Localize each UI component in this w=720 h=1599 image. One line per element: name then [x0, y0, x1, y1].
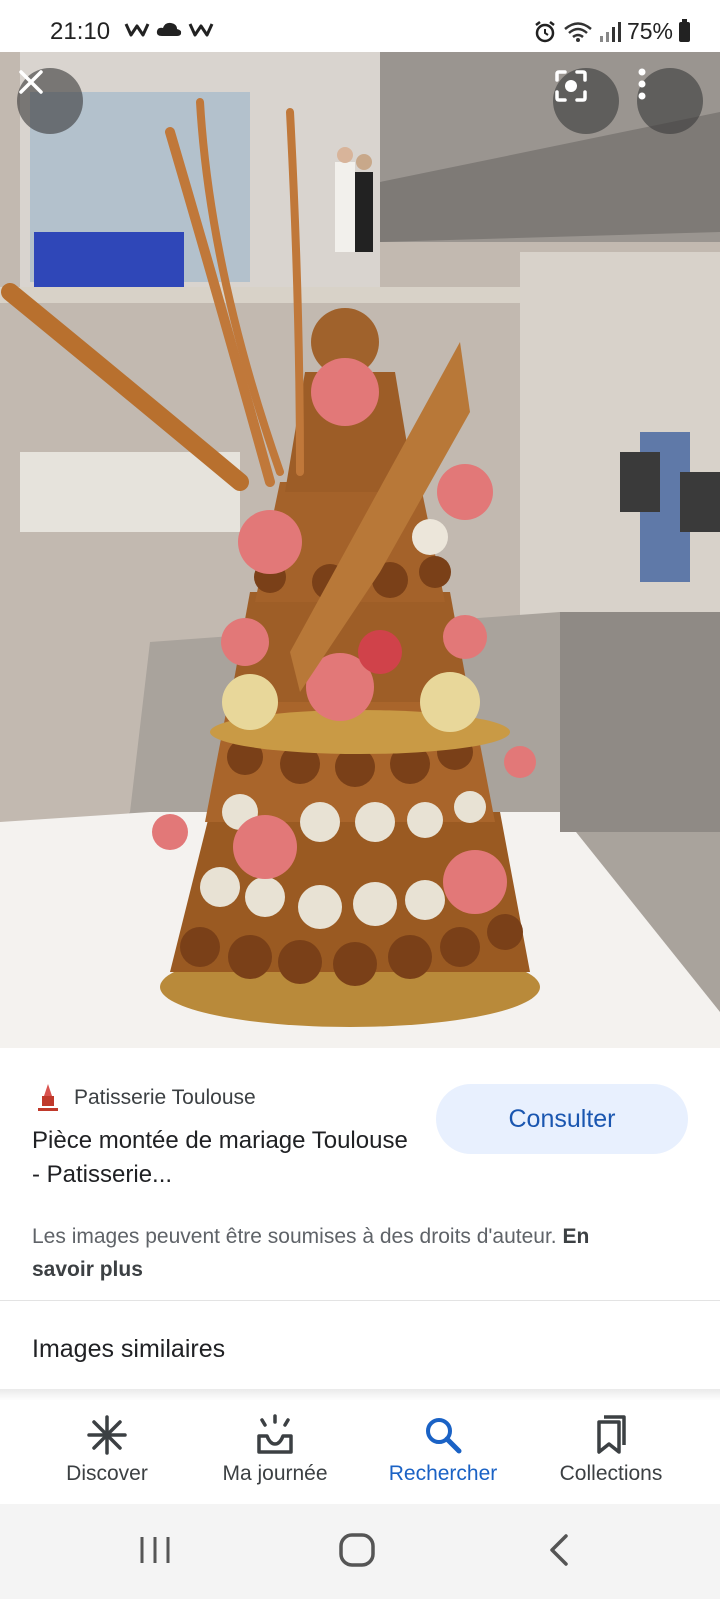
notification-icons	[124, 20, 214, 38]
nav-label: Ma journée	[222, 1462, 328, 1485]
result-title[interactable]: Pièce montée de mariage Toulouse - Patis…	[32, 1124, 422, 1192]
w-app-icon	[124, 23, 150, 37]
alarm-icon	[535, 20, 555, 42]
bottom-navigation: Discover Ma journée Rechercher Collectio…	[0, 1400, 720, 1504]
search-icon	[426, 1418, 462, 1454]
nav-label: Collections	[559, 1462, 663, 1485]
croquembouche-photo	[0, 52, 720, 1048]
source-name: Patisserie Toulouse	[74, 1086, 256, 1109]
site-favicon-icon	[38, 1084, 58, 1111]
back-icon[interactable]	[548, 1532, 570, 1568]
similar-images-heading: Images similaires	[32, 1335, 226, 1363]
asterisk-icon	[87, 1415, 127, 1455]
source-row[interactable]: Patisserie Toulouse	[34, 1082, 256, 1114]
recents-icon[interactable]	[138, 1534, 172, 1566]
divider	[0, 1300, 720, 1301]
status-right: 75%	[533, 18, 690, 45]
nav-discover[interactable]: Discover	[17, 1400, 197, 1504]
sunrise-icon	[257, 1414, 293, 1454]
more-options-button[interactable]	[637, 68, 703, 134]
result-info-panel: Patisserie Toulouse Pièce montée de mari…	[0, 1048, 720, 1302]
nav-label: Discover	[66, 1462, 148, 1485]
copyright-notice: Les images peuvent être soumises à des d…	[32, 1220, 632, 1286]
battery-percent: 75%	[626, 18, 673, 44]
more-vert-icon	[638, 68, 646, 100]
nav-rechercher[interactable]: Rechercher	[353, 1400, 533, 1504]
close-button[interactable]	[17, 68, 83, 134]
nav-collections[interactable]: Collections	[521, 1400, 701, 1504]
nav-ma-journee[interactable]: Ma journée	[185, 1400, 365, 1504]
w-app-icon	[188, 23, 214, 37]
lens-button[interactable]	[553, 68, 619, 134]
visit-button[interactable]: Consulter	[436, 1084, 688, 1154]
rights-text: Les images peuvent être soumises à des d…	[32, 1225, 557, 1248]
cloud-icon	[156, 22, 182, 36]
status-time: 21:10	[50, 18, 111, 45]
lens-icon	[555, 70, 587, 102]
close-icon	[19, 70, 43, 94]
status-bar: 21:10 75%	[0, 0, 720, 52]
nav-label: Rechercher	[388, 1462, 498, 1485]
wifi-icon	[564, 21, 592, 42]
result-image[interactable]	[0, 52, 720, 1048]
bookmark-stack-icon	[597, 1415, 626, 1454]
battery-icon	[679, 18, 690, 42]
signal-icon	[599, 21, 621, 42]
system-navigation-bar	[0, 1504, 720, 1599]
home-icon[interactable]	[338, 1532, 376, 1568]
